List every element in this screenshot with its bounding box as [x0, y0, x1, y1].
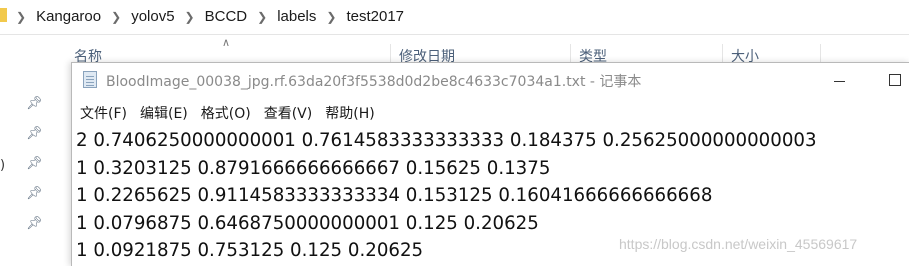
text-line[interactable]: 2 0.7406250000000001 0.7614583333333333 … — [76, 127, 906, 155]
breadcrumb: ❯ Kangaroo ❯ yolov5 ❯ BCCD ❯ labels ❯ te… — [16, 8, 414, 25]
minimize-button[interactable] — [816, 69, 862, 91]
menu-file[interactable]: 文件(F) — [80, 103, 127, 123]
menu-help[interactable]: 帮助(H) — [325, 103, 374, 123]
notepad-window: BloodImage_00038_jpg.rf.63da20f3f5538d0d… — [71, 62, 909, 266]
menu-bar: 文件(F) 编辑(E) 格式(O) 查看(V) 帮助(H) — [72, 101, 909, 125]
pin-icon[interactable]: 📌︎ — [26, 96, 43, 111]
maximize-button[interactable] — [880, 69, 909, 91]
menu-format[interactable]: 格式(O) — [201, 103, 251, 123]
breadcrumb-item-test2017[interactable]: test2017 — [346, 8, 404, 25]
title-bar[interactable]: BloodImage_00038_jpg.rf.63da20f3f5538d0d… — [72, 63, 909, 95]
breadcrumb-item-kangaroo[interactable]: Kangaroo — [36, 8, 101, 25]
pin-icon[interactable]: 📌︎ — [26, 216, 43, 231]
chevron-right-icon: ❯ — [257, 9, 268, 24]
pin-icon[interactable]: 📌︎ — [26, 156, 43, 171]
maximize-icon — [889, 74, 901, 86]
text-line[interactable]: 1 0.3203125 0.8791666666666667 0.15625 0… — [76, 155, 906, 183]
menu-edit[interactable]: 编辑(E) — [140, 103, 188, 123]
menu-view[interactable]: 查看(V) — [264, 103, 313, 123]
truncated-text-fragment: ) — [0, 158, 6, 173]
chevron-right-icon: ❯ — [16, 9, 27, 24]
notepad-icon — [83, 71, 97, 88]
address-bar[interactable]: ❯ Kangaroo ❯ yolov5 ❯ BCCD ❯ labels ❯ te… — [0, 0, 909, 35]
text-line[interactable]: 1 0.0796875 0.6468750000000001 0.125 0.2… — [76, 210, 906, 238]
text-line[interactable]: 1 0.2265625 0.9114583333333334 0.153125 … — [76, 182, 906, 210]
chevron-right-icon: ❯ — [111, 9, 122, 24]
folder-icon — [0, 8, 7, 22]
pin-icon[interactable]: 📌︎ — [26, 186, 43, 201]
chevron-right-icon: ❯ — [184, 9, 195, 24]
chevron-right-icon: ❯ — [326, 9, 337, 24]
window-title: BloodImage_00038_jpg.rf.63da20f3f5538d0d… — [106, 74, 642, 90]
pin-icon[interactable]: 📌︎ — [26, 126, 43, 141]
breadcrumb-item-bccd[interactable]: BCCD — [205, 8, 248, 25]
breadcrumb-item-yolov5[interactable]: yolov5 — [131, 8, 174, 25]
minimize-icon — [833, 80, 845, 82]
watermark-text: https://blog.csdn.net/weixin_45569617 — [619, 236, 858, 252]
breadcrumb-item-labels[interactable]: labels — [277, 8, 316, 25]
